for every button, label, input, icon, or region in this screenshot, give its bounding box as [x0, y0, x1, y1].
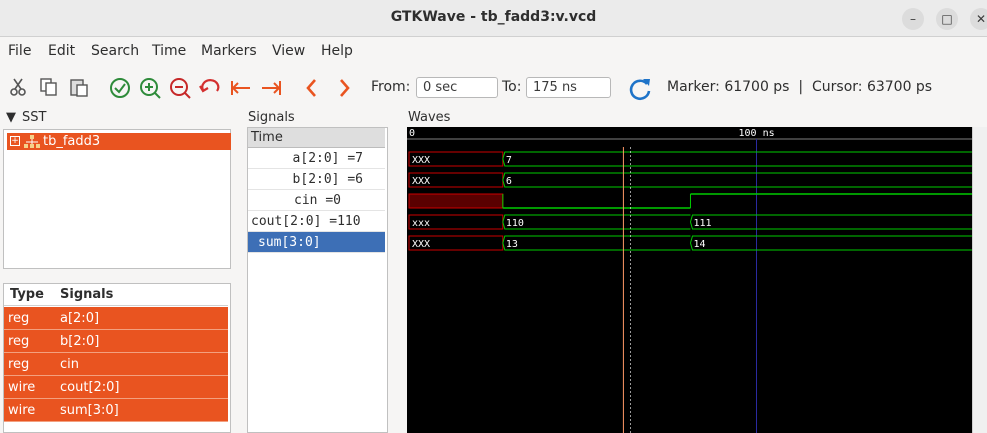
bus-segment: [689, 235, 972, 244]
waveform-canvas[interactable]: 0 100 ns XXX 7 XXX 6 xxx 110 111 XXX 13 14: [407, 127, 972, 433]
menu-file[interactable]: File: [8, 43, 31, 59]
cut-icon[interactable]: [6, 76, 30, 100]
minimize-button[interactable]: –: [902, 8, 924, 30]
to-time-input[interactable]: 175 ns: [526, 77, 611, 98]
sst-signal-list: Type Signals reg a[2:0] reg b[2:0] reg cin …: [3, 283, 231, 433]
find-prev-edge-icon[interactable]: [300, 76, 324, 100]
menu-bar: File Edit Search Time Markers View Help: [0, 38, 987, 64]
from-time-input[interactable]: 0 sec: [416, 77, 498, 98]
menu-view[interactable]: View: [272, 43, 305, 59]
module-hierarchy-icon: [24, 135, 40, 148]
list-item[interactable]: reg b[2:0]: [4, 330, 228, 353]
bit-segment: [408, 193, 504, 209]
signal-row-cout[interactable]: cout[2:0] =110: [248, 211, 385, 232]
signal-row-cin[interactable]: cin =0: [248, 190, 385, 211]
to-label: To:: [502, 79, 522, 95]
signal-name: sum[3:0]: [60, 403, 119, 418]
waveform-plot: 0 100 ns XXX 7 XXX 6 xxx 110 111 XXX 13 14: [407, 128, 972, 433]
bus-value-label: xxx: [412, 218, 430, 229]
bus-segment: [502, 179, 972, 188]
waves-vertical-scrollbar[interactable]: [972, 127, 987, 433]
bus-segment: [689, 221, 972, 230]
bus-value-label: 110: [506, 218, 524, 229]
zoom-in-icon[interactable]: [138, 76, 162, 100]
signal-name: a[2:0]: [60, 311, 100, 326]
signal-type: reg: [8, 311, 30, 326]
zoom-to-start-icon[interactable]: [229, 76, 253, 100]
bus-value-label: XXX: [412, 239, 430, 250]
menu-help[interactable]: Help: [321, 43, 353, 59]
undo-zoom-icon[interactable]: [198, 76, 222, 100]
toolbar: From: 0 sec To: 175 ns Marker: 61700 ps …: [0, 64, 987, 110]
bus-segment: [502, 242, 691, 251]
menu-edit[interactable]: Edit: [48, 43, 75, 59]
sst-tree: + tb_fadd3: [3, 129, 231, 269]
paste-icon[interactable]: [67, 76, 91, 100]
menu-search[interactable]: Search: [91, 43, 139, 59]
signal-list-header: Type Signals: [4, 284, 228, 306]
column-signals[interactable]: Signals: [60, 284, 113, 306]
bus-value-label: 111: [693, 218, 711, 229]
signal-type: reg: [8, 334, 30, 349]
signal-row-b[interactable]: b[2:0] =6: [248, 169, 385, 190]
signals-pane: Time a[2:0] =7 b[2:0] =6 cin =0 cout[2:0…: [247, 127, 388, 433]
menu-time[interactable]: Time: [152, 43, 186, 59]
signal-name: b[2:0]: [60, 334, 100, 349]
maximize-button[interactable]: □: [936, 8, 958, 30]
signal-type: wire: [8, 403, 36, 418]
sst-tree-item[interactable]: + tb_fadd3: [7, 133, 231, 150]
bus-segment: [502, 158, 972, 167]
signal-name: cout[2:0]: [60, 380, 120, 395]
time-header: Time: [248, 128, 385, 148]
list-item[interactable]: reg a[2:0]: [4, 307, 228, 330]
from-label: From:: [371, 79, 411, 95]
bus-segment: [502, 151, 972, 160]
reload-icon[interactable]: [627, 76, 651, 101]
column-type[interactable]: Type: [10, 284, 44, 306]
bus-value-label: 6: [506, 176, 512, 187]
sst-collapse-icon[interactable]: ▼: [6, 110, 16, 125]
time-tick-label: 0: [409, 128, 415, 139]
list-item[interactable]: wire sum[3:0]: [4, 399, 228, 422]
bus-segment: [502, 172, 972, 181]
bus-segment: [502, 214, 691, 223]
zoom-out-icon[interactable]: [168, 76, 192, 100]
time-tick-label: 100 ns: [739, 128, 775, 139]
signal-row-sum[interactable]: sum[3:0] =13: [248, 232, 385, 271]
zoom-to-end-icon[interactable]: [259, 76, 283, 100]
expand-icon[interactable]: +: [10, 136, 20, 146]
signals-label: Signals: [248, 110, 295, 125]
title-bar: GTKWave - tb_fadd3:v.vcd – □ ✕: [0, 0, 987, 37]
bus-value-label: 13: [506, 239, 518, 250]
find-next-edge-icon[interactable]: [332, 76, 356, 100]
signal-type: reg: [8, 357, 30, 372]
close-button[interactable]: ✕: [970, 8, 987, 30]
bus-value-label: XXX: [412, 176, 430, 187]
signal-type: wire: [8, 380, 36, 395]
bus-segment: [502, 221, 691, 230]
bus-segment: [689, 242, 972, 251]
marker-cursor-status: Marker: 61700 ps | Cursor: 63700 ps: [667, 79, 933, 95]
bus-value-label: 7: [506, 155, 512, 166]
bus-value-label: 14: [693, 239, 705, 250]
bus-value-label: XXX: [412, 155, 430, 166]
list-item[interactable]: wire cout[2:0]: [4, 376, 228, 399]
menu-markers[interactable]: Markers: [201, 43, 257, 59]
window-title: GTKWave - tb_fadd3:v.vcd: [390, 9, 597, 25]
bus-segment: [689, 214, 972, 223]
copy-icon[interactable]: [37, 76, 61, 100]
zoom-fit-icon[interactable]: [108, 76, 132, 100]
list-item[interactable]: reg cin: [4, 353, 228, 376]
bus-segment: [502, 235, 691, 244]
signal-name: cin: [60, 357, 79, 372]
waves-label: Waves: [408, 110, 451, 125]
sst-tree-item-label: tb_fadd3: [43, 134, 101, 149]
sst-label: SST: [22, 110, 47, 125]
signal-row-a[interactable]: a[2:0] =7: [248, 148, 385, 169]
